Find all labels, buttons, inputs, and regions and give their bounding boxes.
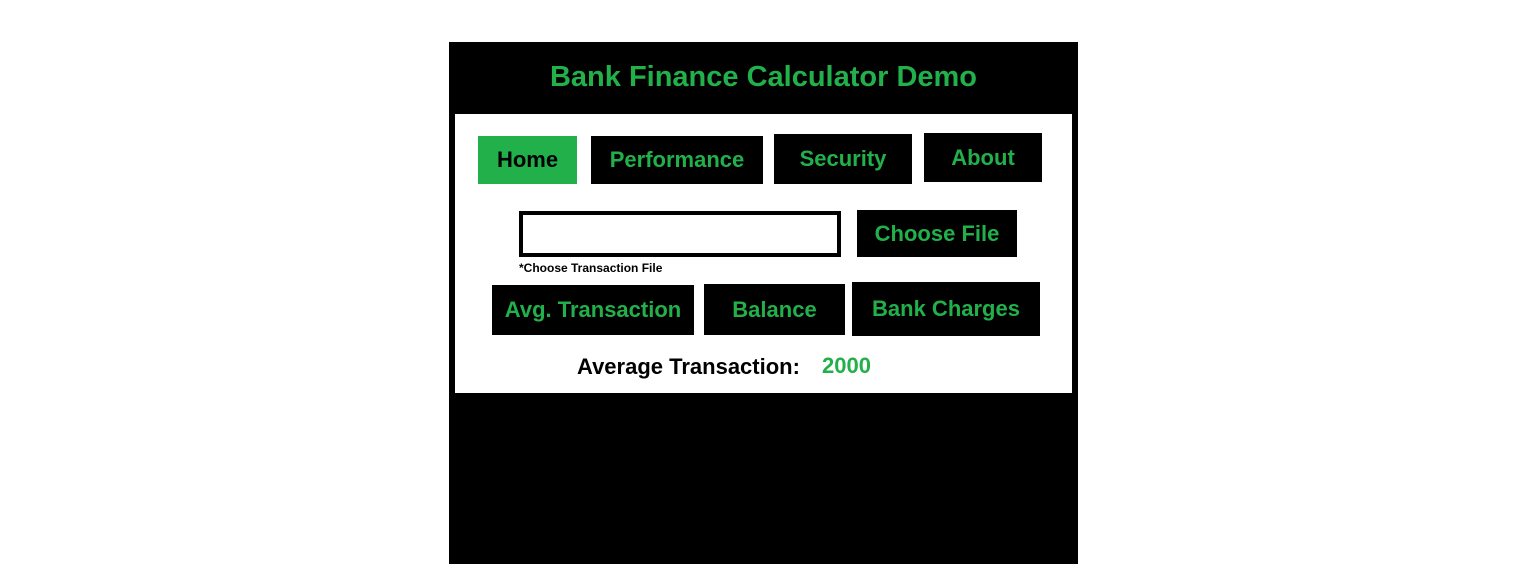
result-label: Average Transaction: <box>577 354 800 379</box>
tab-performance[interactable]: Performance <box>591 136 763 184</box>
tab-about[interactable]: About <box>924 133 1042 182</box>
transaction-file-input[interactable] <box>519 211 841 257</box>
tab-home[interactable]: Home <box>478 136 577 184</box>
page-title: Bank Finance Calculator Demo <box>549 60 978 93</box>
avg-transaction-button[interactable]: Avg. Transaction <box>492 285 694 335</box>
file-hint: *Choose Transaction File <box>519 261 663 275</box>
result-value: 2000 <box>822 353 871 378</box>
choose-file-button[interactable]: Choose File <box>857 210 1017 257</box>
bank-charges-button[interactable]: Bank Charges <box>852 282 1040 336</box>
tab-security[interactable]: Security <box>774 134 912 184</box>
balance-button[interactable]: Balance <box>704 284 845 335</box>
